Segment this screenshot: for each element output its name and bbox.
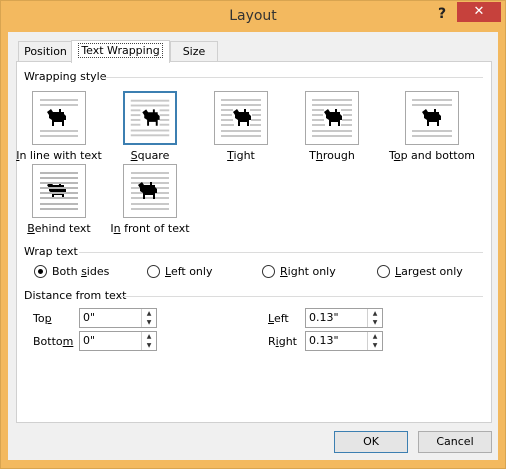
- tab-size-label: Size: [182, 45, 206, 58]
- wrap-option-top-bottom[interactable]: Top and bottom: [375, 91, 489, 162]
- wrap-option-label: Through: [309, 149, 355, 162]
- dialog-title: Layout: [229, 8, 277, 24]
- right-distance-spinner[interactable]: ▲ ▼: [305, 331, 383, 351]
- spin-down-icon[interactable]: ▼: [368, 318, 382, 327]
- left-distance-input[interactable]: [307, 310, 366, 324]
- wrapping-style-heading: Wrapping style: [24, 70, 107, 83]
- wrap-option-label: Square: [130, 149, 170, 162]
- radio-indicator[interactable]: [377, 265, 390, 278]
- radio-label: Largest only: [395, 265, 463, 278]
- wrap-text-heading: Wrap text: [24, 245, 78, 258]
- divider: [79, 252, 483, 253]
- distance-heading: Distance from text: [24, 289, 127, 302]
- close-button[interactable]: ✕: [457, 2, 501, 22]
- radio-left-only[interactable]: Left only: [147, 265, 212, 278]
- dialog-body: Position Text Wrapping Size Wrapping sty…: [8, 32, 498, 460]
- tab-size[interactable]: Size: [170, 41, 218, 62]
- bottom-label: Bottom: [33, 335, 74, 348]
- tight-wrap-icon: [214, 91, 268, 145]
- top-bottom-wrap-icon: [405, 91, 459, 145]
- tab-panel: Wrapping style In line with text Square …: [16, 61, 492, 423]
- spin-up-icon[interactable]: ▲: [142, 332, 156, 341]
- wrap-option-tight[interactable]: Tight: [193, 91, 289, 162]
- radio-largest-only[interactable]: Largest only: [377, 265, 463, 278]
- top-label: Top: [33, 312, 52, 325]
- cancel-button[interactable]: Cancel: [418, 431, 492, 453]
- tab-text-wrapping[interactable]: Text Wrapping: [71, 40, 170, 63]
- layout-dialog: Layout ? ✕ Position Text Wrapping Size W…: [0, 0, 506, 469]
- radio-indicator[interactable]: [147, 265, 160, 278]
- inline-wrap-icon: [32, 91, 86, 145]
- top-distance-input[interactable]: [81, 310, 140, 324]
- wrap-option-label: Top and bottom: [388, 149, 476, 162]
- spin-up-icon[interactable]: ▲: [142, 309, 156, 318]
- radio-right-only[interactable]: Right only: [262, 265, 336, 278]
- wrap-option-inline[interactable]: In line with text: [11, 91, 107, 162]
- help-button[interactable]: ?: [432, 4, 452, 24]
- wrap-option-label: In front of text: [110, 222, 190, 235]
- spin-up-icon[interactable]: ▲: [368, 309, 382, 318]
- through-wrap-icon: [305, 91, 359, 145]
- tab-text-wrapping-label: Text Wrapping: [78, 43, 163, 58]
- divider: [121, 296, 483, 297]
- divider: [101, 77, 483, 78]
- right-distance-input[interactable]: [307, 333, 366, 347]
- spin-up-icon[interactable]: ▲: [368, 332, 382, 341]
- radio-indicator[interactable]: [262, 265, 275, 278]
- wrap-option-label: Tight: [227, 149, 255, 162]
- bottom-distance-spinner[interactable]: ▲ ▼: [79, 331, 157, 351]
- left-distance-spinner[interactable]: ▲ ▼: [305, 308, 383, 328]
- tab-position-label: Position: [24, 45, 67, 58]
- top-distance-spinner[interactable]: ▲ ▼: [79, 308, 157, 328]
- left-label: Left: [268, 312, 289, 325]
- spin-down-icon[interactable]: ▼: [368, 341, 382, 350]
- spinner-arrows[interactable]: ▲ ▼: [141, 332, 156, 350]
- bottom-distance-input[interactable]: [81, 333, 140, 347]
- radio-label: Both sides: [52, 265, 110, 278]
- right-label: Right: [268, 335, 297, 348]
- square-wrap-icon: [123, 91, 177, 145]
- radio-indicator[interactable]: [34, 265, 47, 278]
- wrap-option-label: Behind text: [27, 222, 91, 235]
- ok-button[interactable]: OK: [334, 431, 408, 453]
- wrap-option-in-front[interactable]: In front of text: [102, 164, 198, 235]
- radio-both-sides[interactable]: Both sides: [34, 265, 109, 278]
- wrap-option-behind-text[interactable]: Behind text: [11, 164, 107, 235]
- spin-down-icon[interactable]: ▼: [142, 318, 156, 327]
- wrap-option-label: In line with text: [16, 149, 102, 162]
- behind-text-wrap-icon: [32, 164, 86, 218]
- wrap-option-through[interactable]: Through: [284, 91, 380, 162]
- tab-position[interactable]: Position: [18, 41, 73, 62]
- wrap-option-square[interactable]: Square: [102, 91, 198, 162]
- title-bar[interactable]: Layout ? ✕: [1, 1, 505, 32]
- spinner-arrows[interactable]: ▲ ▼: [141, 309, 156, 327]
- spin-down-icon[interactable]: ▼: [142, 341, 156, 350]
- spinner-arrows[interactable]: ▲ ▼: [367, 332, 382, 350]
- spinner-arrows[interactable]: ▲ ▼: [367, 309, 382, 327]
- in-front-text-wrap-icon: [123, 164, 177, 218]
- radio-label: Right only: [280, 265, 336, 278]
- radio-label: Left only: [165, 265, 213, 278]
